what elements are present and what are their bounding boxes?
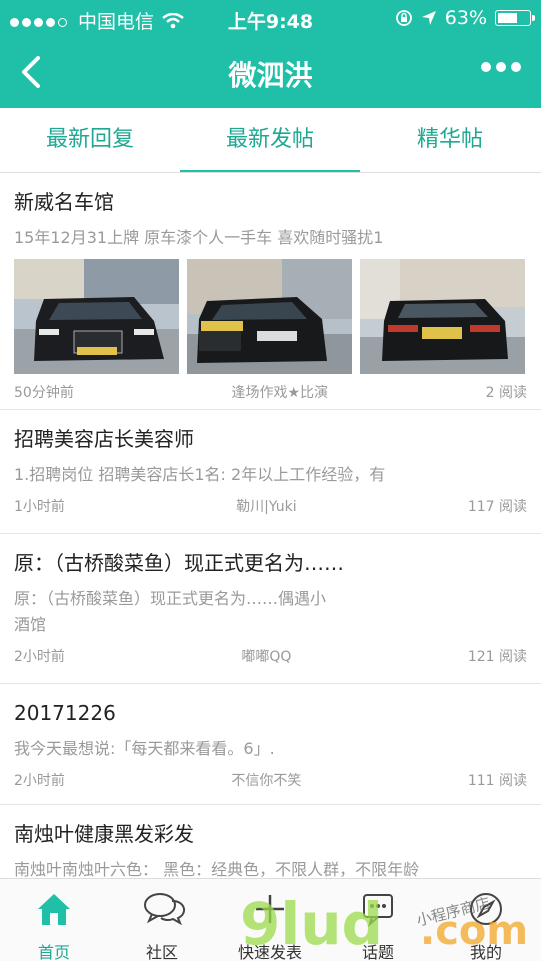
tabbar-label: 我的: [469, 943, 502, 962]
tabbar-label: 首页: [37, 943, 70, 962]
topic-bubble-icon: [363, 894, 393, 927]
page-title: 微泗洪: [228, 59, 313, 92]
post-item[interactable]: 南烛叶健康黑发彩发 南烛叶南烛叶六色： 黑色：经典色，不限人群，不限年龄: [0, 805, 541, 878]
battery-level: [498, 13, 517, 23]
tabbar-label: 快速发表: [237, 943, 302, 962]
post-author[interactable]: 逢场作戏★比演: [74, 382, 486, 402]
plus-icon: [256, 895, 284, 923]
tab-bar-top: 最新回复 最新发帖 精华帖: [0, 108, 541, 173]
post-time: 2小时前: [14, 773, 65, 789]
post-feed: 新威名车馆 15年12月31上牌 原车漆个人一手车 喜欢随时骚扰1 50分钟前 …: [0, 173, 541, 878]
post-title: 招聘美容店长美容师: [14, 427, 194, 451]
nav-bar: 微泗洪: [0, 36, 541, 108]
battery-percent: 63%: [444, 7, 487, 29]
rotation-lock-icon: [395, 10, 412, 26]
post-title: 南烛叶健康黑发彩发: [14, 822, 194, 846]
post-desc: 15年12月31上牌 原车漆个人一手车 喜欢随时骚扰1: [14, 228, 384, 247]
post-desc-line: 酒馆: [14, 615, 47, 634]
post-item[interactable]: 招聘美容店长美容师 1.招聘岗位 招聘美容店长1名: 2年以上工作经验，有 1小…: [0, 410, 541, 534]
post-desc: 原：（古桥酸菜鱼）现正式更名为……偶遇小 酒馆: [14, 586, 527, 638]
post-time: 50分钟前: [14, 385, 74, 401]
post-reads: 2 阅读: [485, 385, 527, 401]
post-reads: 111 阅读: [467, 773, 527, 789]
car-photo[interactable]: [187, 259, 352, 374]
chat-bubbles-icon: [144, 893, 186, 926]
bottom-tab-bar: 首页 社区 快速发表 话题 我的: [0, 878, 541, 962]
tab-latest-posts[interactable]: 最新发帖: [180, 108, 360, 172]
more-dots-icon[interactable]: [481, 62, 521, 72]
tabbar-home[interactable]: 首页: [0, 879, 108, 962]
post-item[interactable]: 20171226 我今天最想说:「每天都来看看。6」. 2小时前 不信你不笑 1…: [0, 684, 541, 805]
home-icon: [38, 894, 70, 925]
post-desc-line: 原：（古桥酸菜鱼）现正式更名为……偶遇小: [14, 589, 327, 608]
tabbar-mine[interactable]: 我的: [432, 879, 540, 962]
post-reads: 121 阅读: [467, 649, 527, 665]
car-photo[interactable]: [360, 259, 525, 374]
tabbar-quick-post[interactable]: 快速发表: [216, 879, 324, 962]
tabbar-label: 社区: [145, 943, 178, 962]
post-item[interactable]: 新威名车馆 15年12月31上牌 原车漆个人一手车 喜欢随时骚扰1 50分钟前 …: [0, 173, 541, 410]
post-author[interactable]: 不信你不笑: [65, 770, 468, 790]
post-title: 新威名车馆: [14, 190, 114, 214]
status-bar: 中国电信 上午9:48 63%: [0, 0, 541, 36]
car-photo[interactable]: [14, 259, 179, 374]
compass-icon: [470, 893, 502, 925]
tabbar-topics[interactable]: 话题: [324, 879, 432, 962]
tabbar-community[interactable]: 社区: [108, 879, 216, 962]
post-desc: 我今天最想说:「每天都来看看。6」.: [14, 739, 275, 758]
location-arrow-icon: [421, 11, 436, 25]
tab-featured[interactable]: 精华帖: [360, 108, 540, 172]
post-desc: 南烛叶南烛叶六色： 黑色：经典色，不限人群，不限年龄: [14, 860, 420, 878]
post-desc: 1.招聘岗位 招聘美容店长1名: 2年以上工作经验，有: [14, 465, 386, 484]
post-time: 2小时前: [14, 649, 65, 665]
tabbar-label: 话题: [361, 943, 394, 962]
post-item[interactable]: 原：（古桥酸菜鱼）现正式更名为…… 原：（古桥酸菜鱼）现正式更名为……偶遇小 酒…: [0, 534, 541, 684]
post-reads: 117 阅读: [467, 499, 527, 515]
post-author[interactable]: 嘟嘟QQ: [65, 646, 468, 666]
battery-icon: [495, 10, 535, 26]
post-title: 20171226: [14, 701, 116, 725]
tab-latest-reply[interactable]: 最新回复: [0, 108, 180, 172]
post-author[interactable]: 勒川|Yuki: [65, 496, 468, 516]
header: 中国电信 上午9:48 63% 微泗洪: [0, 0, 541, 108]
post-time: 1小时前: [14, 499, 65, 515]
post-title: 原：（古桥酸菜鱼）现正式更名为……: [14, 551, 344, 575]
